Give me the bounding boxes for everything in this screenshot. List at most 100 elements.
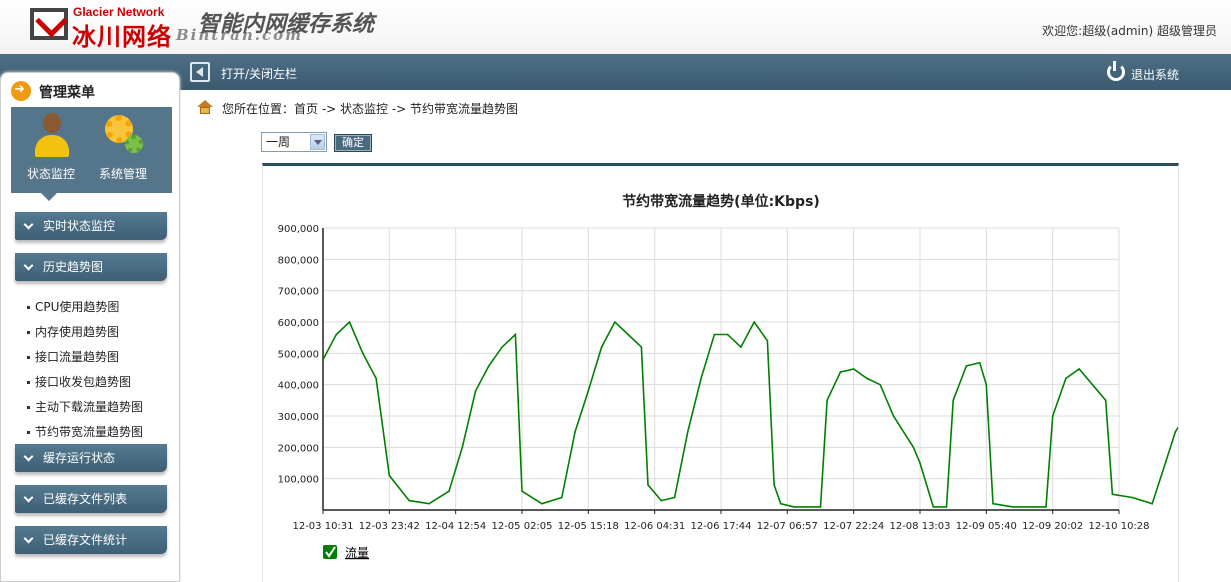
- data-point: [932, 506, 935, 508]
- nav-label: 已缓存文件统计: [43, 533, 128, 547]
- data-point: [965, 365, 968, 367]
- home-icon: [197, 100, 213, 114]
- app-header: Glacier Network 冰川网络 Bintran.com 智能内网缓存系…: [0, 0, 1231, 54]
- top-bar: 打开/关闭左栏 退出系统: [0, 54, 1231, 90]
- y-tick-label: 100,000: [278, 475, 319, 486]
- chart-title: 节约带宽流量趋势(单位:Kbps): [622, 193, 820, 210]
- data-point: [912, 446, 915, 449]
- data-point: [1045, 506, 1047, 508]
- chevron-down-icon: [23, 260, 34, 271]
- category-system-admin[interactable]: 系统管理: [87, 113, 159, 182]
- data-point: [375, 377, 377, 380]
- x-tick-label: 12-06 17:44: [690, 521, 751, 532]
- data-point: [448, 490, 450, 493]
- data-point: [773, 484, 775, 486]
- data-point: [1104, 399, 1107, 402]
- nav-cached-files-list[interactable]: 已缓存文件列表: [15, 485, 167, 513]
- x-tick-label: 12-03 23:42: [359, 521, 420, 532]
- data-point: [388, 474, 391, 477]
- data-point: [1174, 430, 1177, 433]
- chevron-down-icon: [23, 219, 34, 230]
- data-point: [541, 502, 543, 505]
- x-tick-label: 12-09 20:02: [1022, 521, 1083, 532]
- chart-panel: 节约带宽流量趋势(单位:Kbps) 100,000 200,000 300,000 40…: [262, 163, 1179, 582]
- nav-cached-files-stats[interactable]: 已缓存文件统计: [15, 526, 167, 554]
- x-tick-label: 12-09 05:40: [956, 521, 1017, 532]
- nav-history-trend[interactable]: 历史趋势图: [15, 253, 167, 281]
- data-point: [793, 506, 795, 508]
- system-name: 智能内网缓存系统: [198, 11, 375, 37]
- x-tick-label: 12-07 06:57: [757, 521, 818, 532]
- toggle-sidebar-icon[interactable]: [190, 62, 210, 82]
- arrow-right-icon: [11, 81, 31, 101]
- category-panel: 状态监控 系统管理: [11, 107, 172, 201]
- x-tick-label: 12-05 15:18: [558, 521, 619, 532]
- data-point: [587, 390, 590, 392]
- data-point: [614, 321, 616, 323]
- breadcrumb-text: 您所在位置：首页 -> 状态监控 -> 节约带宽流量趋势图: [222, 102, 519, 116]
- period-select-value: 一周: [266, 135, 291, 149]
- sub-item-download-traffic[interactable]: 主动下载流量趋势图: [27, 398, 143, 415]
- y-tick-label: 200,000: [278, 443, 319, 454]
- confirm-button[interactable]: 确定: [334, 134, 372, 152]
- nav-label: 实时状态监控: [43, 219, 116, 233]
- nav-cache-status[interactable]: 缓存运行状态: [15, 444, 167, 472]
- sub-item-cpu-trend[interactable]: CPU使用趋势图: [27, 298, 119, 315]
- data-point: [335, 333, 338, 336]
- data-point: [753, 321, 755, 323]
- data-point: [985, 383, 988, 386]
- data-point: [740, 346, 742, 348]
- chevron-down-icon[interactable]: [310, 134, 325, 150]
- data-point: [1065, 377, 1067, 380]
- data-point: [1164, 462, 1167, 464]
- data-point: [627, 333, 629, 336]
- nav-realtime-status[interactable]: 实时状态监控: [15, 212, 167, 240]
- welcome-text: 欢迎您:超级(admin) 超级管理员: [1042, 24, 1217, 38]
- data-point: [819, 506, 822, 508]
- data-point: [866, 377, 868, 380]
- period-select[interactable]: 一周: [261, 132, 327, 152]
- data-point: [408, 499, 410, 502]
- data-point: [945, 506, 948, 508]
- data-point: [348, 321, 351, 323]
- data-point: [687, 430, 689, 433]
- user-icon: [31, 113, 71, 159]
- x-tick-label: 12-06 04:31: [624, 521, 685, 532]
- sub-item-saved-bandwidth[interactable]: 节约带宽流量趋势图: [27, 423, 143, 440]
- data-point: [461, 446, 464, 449]
- toggle-sidebar-link[interactable]: 打开/关闭左栏: [221, 65, 297, 82]
- menu-title: 管理菜单: [39, 85, 95, 101]
- nav-label: 缓存运行状态: [43, 451, 116, 465]
- gears-icon: [103, 113, 143, 159]
- category-label: 系统管理: [98, 167, 147, 181]
- y-tick-label: 900,000: [278, 224, 319, 235]
- data-point: [1091, 383, 1094, 386]
- data-point: [561, 496, 563, 499]
- sub-item-interface-packets[interactable]: 接口收发包趋势图: [27, 373, 131, 390]
- data-point: [879, 383, 881, 386]
- data-point: [700, 377, 702, 380]
- nav-label: 已缓存文件列表: [43, 492, 128, 506]
- data-point: [952, 399, 954, 402]
- data-point: [488, 365, 490, 367]
- data-point: [1032, 506, 1034, 508]
- data-point: [992, 502, 994, 505]
- category-status-monitor[interactable]: 状态监控: [15, 113, 87, 182]
- sub-item-memory-trend[interactable]: 内存使用趋势图: [27, 323, 119, 340]
- data-point: [514, 333, 517, 336]
- data-point: [1111, 493, 1114, 496]
- logout-link[interactable]: 退出系统: [1131, 66, 1179, 83]
- power-icon[interactable]: [1107, 61, 1125, 81]
- data-point: [600, 346, 603, 348]
- chevron-down-icon: [23, 533, 34, 544]
- legend-label: 流量: [345, 546, 369, 560]
- x-tick-label: 12-08 13:03: [889, 521, 950, 532]
- y-tick-label: 800,000: [278, 255, 319, 266]
- brand-chinese: 冰川网络: [72, 23, 172, 51]
- x-tick-label: 12-03 10:31: [292, 521, 353, 532]
- data-point: [1131, 496, 1134, 499]
- data-point: [779, 502, 782, 505]
- x-tick-label: 12-07 22:24: [823, 521, 884, 532]
- chevron-down-icon: [23, 492, 34, 503]
- sub-item-interface-traffic[interactable]: 接口流量趋势图: [27, 348, 119, 365]
